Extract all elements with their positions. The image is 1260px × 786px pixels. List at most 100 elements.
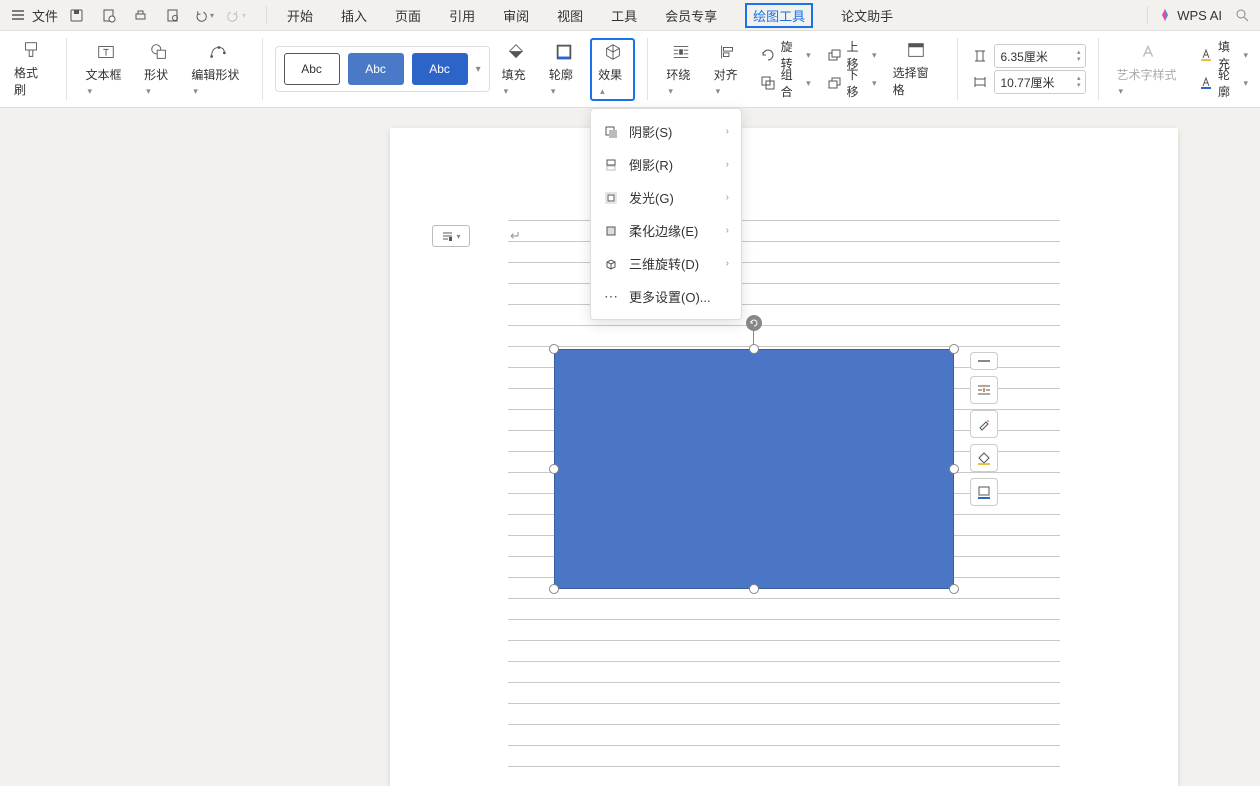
- hamburger-icon: [8, 5, 28, 25]
- width-icon: [970, 72, 990, 92]
- float-format-button[interactable]: [970, 410, 998, 438]
- fill-button[interactable]: 填充▾: [496, 42, 537, 97]
- tab-start[interactable]: 开始: [287, 6, 313, 25]
- handle-se[interactable]: [949, 584, 959, 594]
- art-style-button[interactable]: 艺术字样式▾: [1110, 42, 1186, 97]
- paragraph-layout-indicator[interactable]: ▾: [432, 225, 470, 247]
- effect-icon: [603, 42, 623, 62]
- style-preset-3[interactable]: Abc: [412, 53, 468, 85]
- rotation-handle[interactable]: [746, 315, 762, 331]
- reflection-icon: [603, 157, 619, 173]
- rotation-3d-icon: [603, 256, 619, 272]
- tab-member[interactable]: 会员专享: [665, 6, 717, 25]
- width-value: 10.77厘米: [1001, 74, 1055, 91]
- float-fill-button[interactable]: [970, 444, 998, 472]
- separator: [266, 6, 267, 24]
- tab-view[interactable]: 视图: [557, 6, 583, 25]
- float-layout-button[interactable]: [970, 376, 998, 404]
- art-style-label: 艺术字样式: [1116, 68, 1176, 82]
- effect-soft-edges-item[interactable]: 柔化边缘(E)›: [591, 214, 741, 247]
- move-down-button[interactable]: 下移▾: [821, 70, 881, 96]
- textbox-button[interactable]: 文本框▾: [79, 42, 132, 97]
- handle-e[interactable]: [949, 464, 959, 474]
- group-label: 组合: [781, 66, 804, 100]
- tab-insert[interactable]: 插入: [341, 6, 367, 25]
- file-menu[interactable]: 文件: [8, 5, 58, 25]
- print-preview-icon[interactable]: [98, 5, 118, 25]
- art-style-icon: [1138, 42, 1158, 62]
- effect-more-item[interactable]: ⋯ 更多设置(O)...: [591, 280, 741, 313]
- shapes-button[interactable]: 形状▾: [138, 42, 179, 97]
- rotate-button[interactable]: 旋转▾: [755, 42, 815, 68]
- glow-label: 发光(G): [629, 188, 674, 207]
- effect-3d-rotation-item[interactable]: 三维旋转(D)›: [591, 247, 741, 280]
- file-label: 文件: [32, 6, 58, 25]
- fill-label: 填充: [502, 68, 526, 82]
- shape-style-gallery[interactable]: Abc Abc Abc ▾: [275, 46, 490, 92]
- selection-pane-button[interactable]: 选择窗格: [887, 40, 945, 98]
- wps-ai-button[interactable]: WPS AI: [1158, 8, 1222, 23]
- float-outline-button[interactable]: [970, 478, 998, 506]
- move-up-icon: [825, 45, 844, 65]
- outline-label: 轮廓: [549, 68, 573, 82]
- selection-pane-icon: [906, 40, 926, 60]
- text-fill-button[interactable]: 填充▾: [1192, 42, 1252, 68]
- handle-nw[interactable]: [549, 344, 559, 354]
- selected-rectangle-shape[interactable]: [554, 349, 954, 589]
- tab-thesis[interactable]: 论文助手: [841, 6, 893, 25]
- style-preset-2[interactable]: Abc: [348, 53, 404, 85]
- undo-icon[interactable]: ▾: [194, 5, 214, 25]
- search-icon[interactable]: [1232, 5, 1252, 25]
- textbox-icon: [96, 42, 116, 62]
- align-button[interactable]: 对齐▾: [708, 42, 749, 97]
- edit-shape-icon: [208, 42, 228, 62]
- effect-reflection-item[interactable]: 倒影(R)›: [591, 148, 741, 181]
- shapes-icon: [149, 42, 169, 62]
- separator: [262, 38, 263, 100]
- soft-edges-icon: [603, 223, 619, 239]
- reflection-label: 倒影(R): [629, 155, 673, 174]
- handle-sw[interactable]: [549, 584, 559, 594]
- group-button[interactable]: 组合▾: [755, 70, 815, 96]
- separator: [647, 38, 648, 100]
- outline-button[interactable]: 轮廓▾: [543, 42, 584, 97]
- handle-n[interactable]: [749, 344, 759, 354]
- effect-shadow-item[interactable]: 阴影(S)›: [591, 115, 741, 148]
- width-input[interactable]: 10.77厘米▴▾: [994, 70, 1086, 94]
- effect-button[interactable]: 效果▴: [590, 38, 635, 101]
- edit-shape-button[interactable]: 编辑形状▾: [185, 42, 249, 97]
- rotate-icon: [759, 45, 778, 65]
- separator: [1098, 38, 1099, 100]
- tab-reference[interactable]: 引用: [449, 6, 475, 25]
- tab-review[interactable]: 审阅: [503, 6, 529, 25]
- text-fill-icon: [1196, 45, 1215, 65]
- wrap-button[interactable]: 环绕▾: [660, 42, 701, 97]
- menubar: 文件 ▾ ▾ 开始 插入 页面 引用 审阅 视图 工具 会员专享 绘图工具 论文…: [0, 0, 1260, 30]
- move-up-button[interactable]: 上移▾: [821, 42, 881, 68]
- tab-tools[interactable]: 工具: [611, 6, 637, 25]
- more-icon: ⋯: [603, 289, 619, 305]
- rotation-3d-label: 三维旋转(D): [629, 254, 699, 273]
- align-label: 对齐: [714, 68, 738, 82]
- print-icon[interactable]: [130, 5, 150, 25]
- find-icon[interactable]: [162, 5, 182, 25]
- handle-ne[interactable]: [949, 344, 959, 354]
- redo-icon[interactable]: ▾: [226, 5, 246, 25]
- wrap-label: 环绕: [666, 68, 690, 82]
- style-gallery-more[interactable]: ▾: [476, 64, 481, 75]
- save-icon[interactable]: [66, 5, 86, 25]
- format-painter-button[interactable]: 格式刷: [8, 40, 54, 98]
- text-outline-button[interactable]: 轮廓▾: [1192, 70, 1252, 96]
- separator: [66, 38, 67, 100]
- glow-icon: [603, 190, 619, 206]
- handle-s[interactable]: [749, 584, 759, 594]
- text-outline-icon: [1196, 73, 1215, 93]
- effect-glow-item[interactable]: 发光(G)›: [591, 181, 741, 214]
- float-collapse-button[interactable]: [970, 352, 998, 370]
- height-input[interactable]: 6.35厘米▴▾: [994, 44, 1086, 68]
- tab-drawing-tools[interactable]: 绘图工具: [745, 3, 813, 28]
- handle-w[interactable]: [549, 464, 559, 474]
- style-preset-1[interactable]: Abc: [284, 53, 340, 85]
- tabs: 开始 插入 页面 引用 审阅 视图 工具 会员专享 绘图工具 论文助手: [287, 3, 893, 28]
- tab-page[interactable]: 页面: [395, 6, 421, 25]
